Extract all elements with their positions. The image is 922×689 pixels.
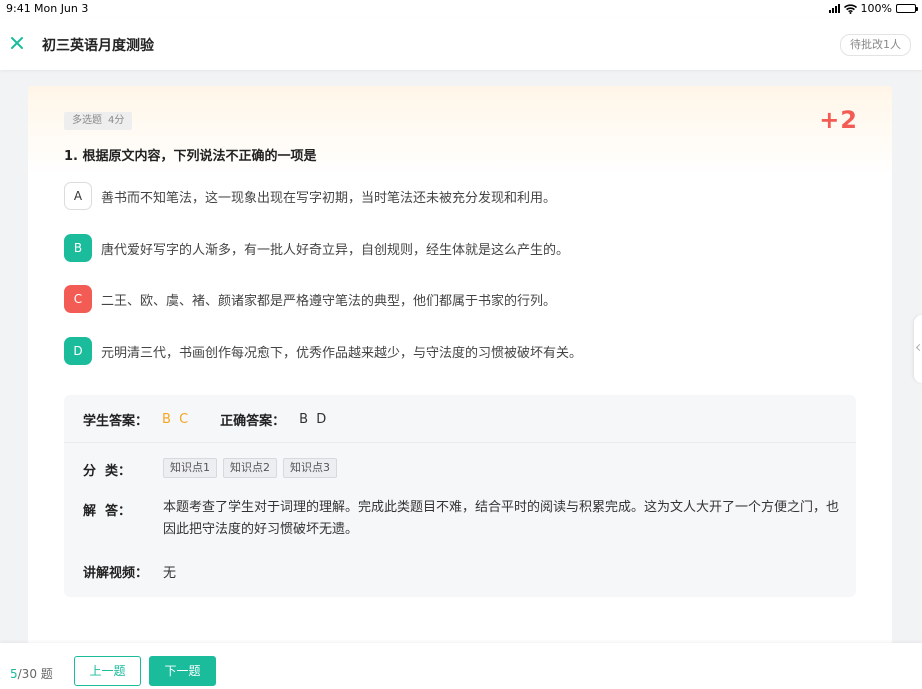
option-text: 元明清三代，书画创作每况愈下，优秀作品越来越少，与守法度的习惯被破坏有关。 [101, 345, 583, 361]
option-text: 善书而不知笔法，这一现象出现在写字初期，当时笔法还未被充分发现和利用。 [101, 190, 557, 206]
wifi-icon [843, 3, 857, 14]
side-drawer-handle[interactable] [914, 315, 922, 383]
score-mark: +2 [819, 106, 858, 134]
question-points: 4分 [108, 115, 125, 126]
current-question-number: 5 [10, 667, 18, 681]
question-card: 多选题 4分 +2 1. 根据原文内容，下列说法不正确的一项是 A 善书而不知笔法… [28, 86, 892, 646]
header: 初三英语月度测验 待批改1人 [0, 18, 922, 70]
option-c: C 二王、欧、虞、褚、颜诸家都是严格遵守笔法的典型，他们都属于书家的行列。 [64, 285, 556, 313]
option-d: D 元明清三代，书画创作每况愈下，优秀作品越来越少，与守法度的习惯被破坏有关。 [64, 337, 582, 365]
explanation-label: 解 答： [83, 504, 132, 519]
option-letter: B [64, 234, 92, 262]
question-type-badge: 多选题 4分 [64, 112, 133, 130]
option-letter: C [64, 285, 92, 313]
divider [64, 442, 856, 443]
option-text: 二王、欧、虞、褚、颜诸家都是严格遵守笔法的典型，他们都属于书家的行列。 [101, 293, 557, 309]
student-answer-value: B C [162, 412, 191, 427]
correct-answer-value: B D [299, 412, 329, 427]
student-answer-label: 学生答案： [83, 414, 149, 429]
total-questions: /30 题 [17, 667, 53, 681]
video-label: 讲解视频： [83, 566, 149, 581]
question-text: 1. 根据原文内容，下列说法不正确的一项是 [64, 149, 317, 164]
pending-grading-button[interactable]: 待批改1人 [840, 34, 911, 56]
status-right: 100% [828, 2, 918, 15]
close-button[interactable] [8, 34, 28, 54]
battery-icon [896, 4, 918, 13]
option-letter: D [64, 337, 92, 365]
category-label: 分 类： [83, 464, 132, 479]
explanation-text: 本题考查了学生对于词理的理解。完成此类题目不难，结合平时的阅读与积累完成。这为文… [163, 500, 840, 537]
knowledge-tag: 知识点1 [163, 458, 217, 478]
page-title: 初三英语月度测验 [42, 38, 154, 54]
option-text: 唐代爱好写字的人渐多，有一批人好奇立异，自创规则，经生体就是这么产生的。 [101, 242, 570, 258]
option-a: A 善书而不知笔法，这一现象出现在写字初期，当时笔法还未被充分发现和利用。 [64, 182, 556, 210]
correct-answer-label: 正确答案： [220, 414, 286, 429]
footer-bar: 5/30 题 上一题 下一题 [0, 643, 922, 689]
option-b: B 唐代爱好写字的人渐多，有一批人好奇立异，自创规则，经生体就是这么产生的。 [64, 234, 569, 262]
knowledge-tag: 知识点3 [283, 458, 337, 478]
answer-row: 学生答案： B C 正确答案： B D [83, 410, 328, 429]
knowledge-tag: 知识点2 [223, 458, 277, 478]
next-question-button[interactable]: 下一题 [149, 656, 216, 686]
question-progress: 5/30 题 [10, 665, 53, 682]
knowledge-tags: 知识点1 知识点2 知识点3 [163, 458, 337, 478]
prev-question-button[interactable]: 上一题 [74, 656, 141, 686]
option-letter: A [64, 182, 92, 210]
status-bar: 9:41 Mon Jun 3 100% [0, 0, 922, 18]
video-value: 无 [163, 566, 177, 581]
battery-percent: 100% [860, 2, 892, 15]
answer-analysis-panel: 学生答案： B C 正确答案： B D 分 类： 知识点1 知识点2 知识点3 … [64, 395, 856, 597]
cellular-signal-icon [828, 4, 840, 13]
status-date: Mon Jun 3 [34, 2, 89, 15]
question-type: 多选题 [72, 115, 102, 126]
close-icon [11, 37, 23, 49]
status-time: 9:41 [6, 2, 31, 15]
